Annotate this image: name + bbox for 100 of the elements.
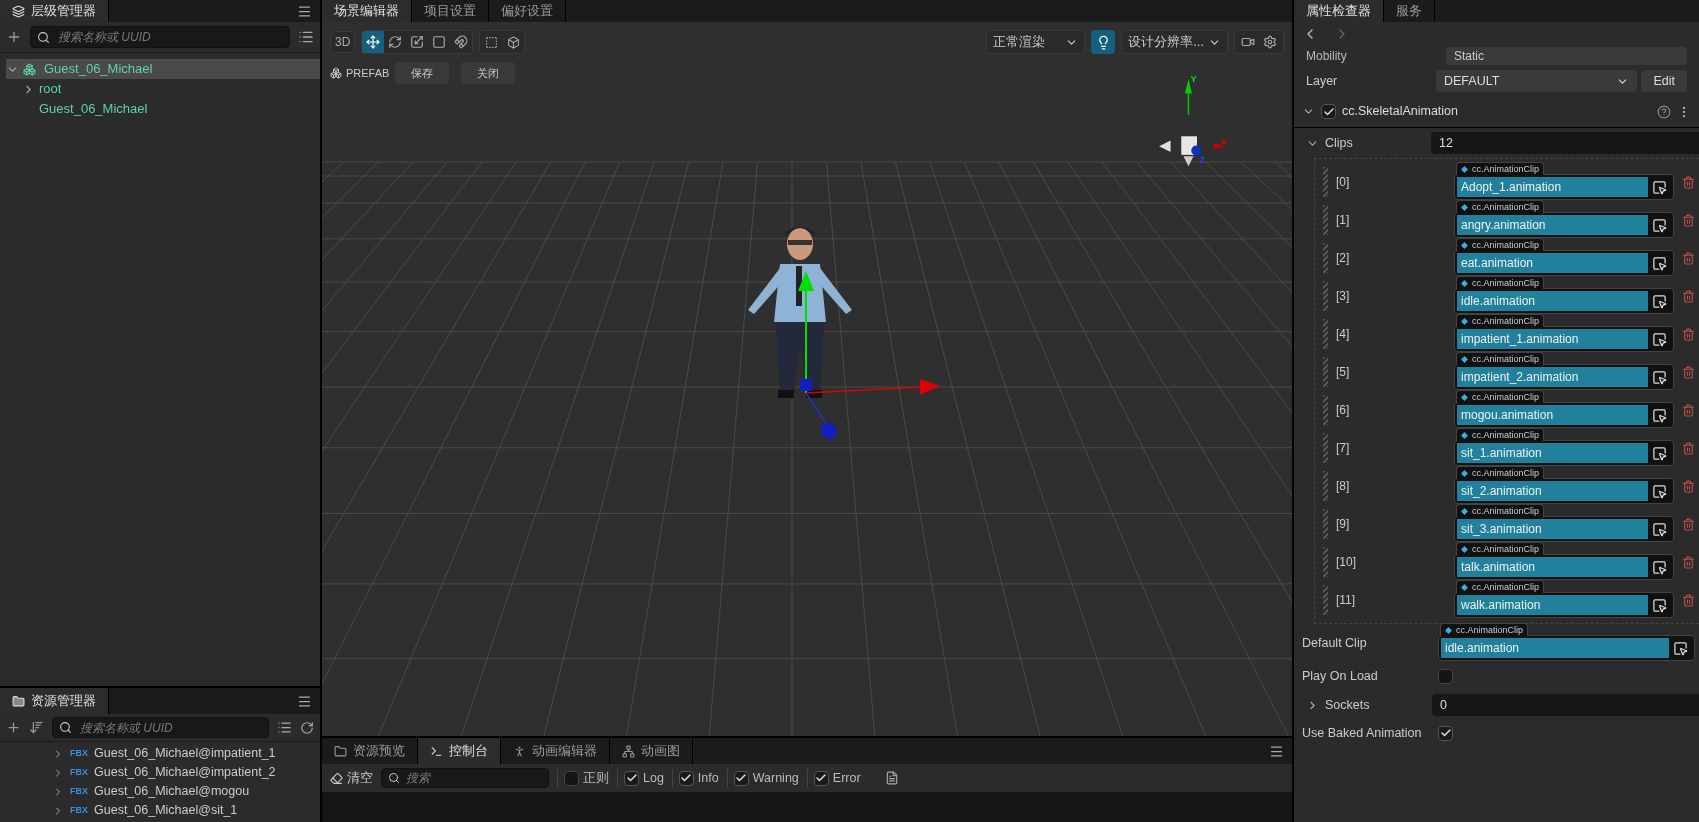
panel-tab[interactable]: 控制台 (418, 738, 501, 764)
asset-item[interactable]: FBX Guest_06_Michael@impatient_1 (52, 744, 320, 763)
clear-button[interactable]: 清空 (330, 768, 373, 788)
panel-tab[interactable]: 资源管理器 (0, 688, 109, 714)
checkbox[interactable] (1321, 104, 1336, 119)
count-field[interactable]: 12 (1431, 132, 1699, 154)
tool-button[interactable] (362, 31, 385, 53)
edit-button[interactable]: Edit (1641, 70, 1687, 92)
delete-icon[interactable] (1682, 365, 1695, 379)
tool-button[interactable] (384, 31, 407, 53)
asset-field[interactable]: eat.animation (1454, 250, 1674, 276)
camera-icon[interactable] (1241, 35, 1255, 49)
pick-icon[interactable] (1652, 179, 1667, 195)
pivot-button[interactable] (480, 31, 503, 53)
settings-icon[interactable] (1263, 35, 1277, 49)
panel-tab[interactable]: 属性检查器 (1294, 0, 1384, 22)
pick-icon[interactable] (1652, 445, 1667, 461)
delete-icon[interactable] (1682, 289, 1695, 303)
mobility-select[interactable]: Static (1446, 47, 1687, 65)
delete-icon[interactable] (1682, 479, 1695, 493)
asset-field[interactable]: Adopt_1.animation (1454, 174, 1674, 200)
pick-icon[interactable] (1652, 407, 1667, 423)
pick-icon[interactable] (1652, 521, 1667, 537)
delete-icon[interactable] (1682, 251, 1695, 265)
menu-icon[interactable] (297, 3, 312, 19)
light-toggle[interactable] (1091, 30, 1116, 54)
count-field[interactable]: 0 (1432, 694, 1699, 716)
list-icon[interactable] (277, 720, 292, 735)
property-label: Mobility (1306, 48, 1348, 65)
menu-icon[interactable] (1269, 743, 1284, 759)
pick-icon[interactable] (1652, 331, 1667, 347)
pick-icon[interactable] (1652, 217, 1667, 233)
panel-tab[interactable]: 场景编辑器 (322, 0, 412, 22)
document-icon[interactable] (884, 771, 899, 785)
asset-field[interactable]: idle.animation (1454, 288, 1674, 314)
list-icon[interactable] (298, 29, 314, 45)
asset-field[interactable]: talk.animation (1454, 554, 1674, 580)
search-field[interactable]: 搜索名称或 UUID (30, 26, 290, 48)
checkbox[interactable] (678, 770, 694, 786)
delete-icon[interactable] (1682, 593, 1695, 607)
array-index: [2] (1336, 250, 1351, 267)
prefab-button[interactable]: 保存 (395, 62, 450, 84)
delete-icon[interactable] (1682, 517, 1695, 531)
asset-field[interactable]: sit_2.animation (1454, 478, 1674, 504)
render-mode-select[interactable]: 正常渲染 (986, 30, 1086, 54)
pick-icon[interactable] (1652, 559, 1667, 575)
delete-icon[interactable] (1682, 213, 1695, 227)
asset-field[interactable]: sit_3.animation (1454, 516, 1674, 542)
menu-icon[interactable] (297, 693, 312, 709)
prefab-button[interactable]: 关闭 (461, 62, 516, 84)
delete-icon[interactable] (1682, 555, 1695, 569)
pick-icon[interactable] (1652, 293, 1667, 309)
checkbox[interactable] (813, 770, 829, 786)
space-button[interactable] (502, 31, 525, 53)
asset-item[interactable]: FBX Guest_06_Michael@mogou (52, 782, 320, 801)
resolution-select[interactable]: 设计分辨率... (1121, 30, 1228, 54)
pick-icon[interactable] (1652, 597, 1667, 613)
search-field[interactable]: 搜索名称或 UUID (52, 717, 269, 738)
help-icon[interactable] (1657, 104, 1671, 119)
checkbox[interactable] (564, 770, 579, 786)
sort-icon[interactable] (29, 720, 44, 735)
delete-icon[interactable] (1682, 403, 1695, 417)
asset-field[interactable]: walk.animation (1454, 592, 1674, 618)
panel-tab[interactable]: 层级管理器 (0, 0, 109, 22)
pick-icon[interactable] (1652, 255, 1667, 271)
pick-icon[interactable] (1673, 640, 1688, 656)
pick-icon[interactable] (1652, 369, 1667, 385)
asset-field[interactable]: idle.animation (1438, 635, 1695, 661)
asset-field[interactable]: impatient_1.animation (1454, 326, 1674, 352)
add-icon[interactable] (6, 29, 22, 45)
delete-icon[interactable] (1682, 327, 1695, 341)
asset-field[interactable]: sit_1.animation (1454, 440, 1674, 466)
asset-field[interactable]: mogou.animation (1454, 402, 1674, 428)
refresh-icon[interactable] (300, 720, 314, 735)
array-index: [8] (1336, 478, 1351, 495)
checkbox[interactable] (1438, 725, 1453, 741)
checkbox[interactable] (1438, 668, 1453, 684)
cube-icon (506, 35, 520, 49)
add-icon[interactable] (6, 720, 21, 735)
mode-toggle[interactable]: 3D (330, 31, 356, 53)
asset-type-label: cc.AnimationClip (1456, 580, 1545, 593)
tool-button[interactable] (450, 31, 473, 53)
layers-icon (12, 4, 25, 18)
asset-field[interactable]: impatient_2.animation (1454, 364, 1674, 390)
pick-icon[interactable] (1652, 483, 1667, 499)
file-type-tag: FBX (70, 746, 88, 761)
tree-item[interactable]: Guest_06_Michael (6, 59, 320, 79)
search-field[interactable]: 搜索 (381, 768, 549, 788)
terminal-icon (430, 744, 443, 758)
asset-item[interactable]: FBX Guest_06_Michael@sit_1 (52, 801, 320, 820)
rotate-tool-icon (388, 35, 403, 49)
delete-icon[interactable] (1682, 441, 1695, 455)
checkbox[interactable] (733, 770, 749, 786)
asset-field[interactable]: angry.animation (1454, 212, 1674, 238)
delete-icon[interactable] (1682, 175, 1695, 189)
tree-item[interactable]: Guest_06_Michael (22, 99, 320, 119)
tree-item[interactable]: root (22, 79, 320, 99)
layer-select[interactable]: DEFAULT (1436, 70, 1638, 92)
asset-item[interactable]: FBX Guest_06_Michael@impatient_2 (52, 763, 320, 782)
checkbox[interactable] (624, 770, 639, 786)
